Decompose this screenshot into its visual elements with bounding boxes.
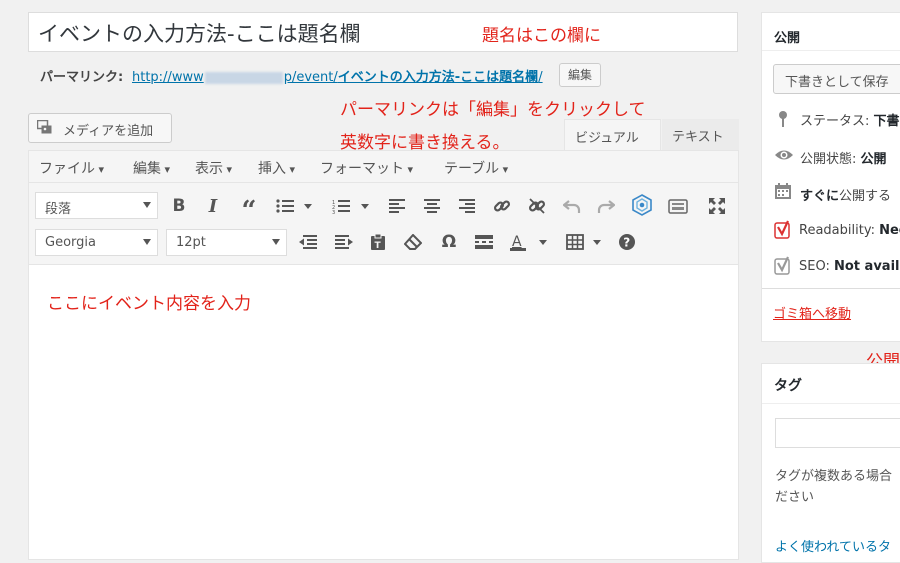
popular-tags-link[interactable]: よく使われているタ <box>775 536 891 555</box>
title-annotation: 題名はこの欄に <box>482 26 601 46</box>
publish-title[interactable]: 公開 <box>774 27 800 46</box>
keyboard-icon[interactable] <box>666 194 690 218</box>
chevron-down-icon <box>272 239 280 245</box>
redo-icon[interactable] <box>594 194 618 218</box>
table-dropdown-icon[interactable] <box>592 230 602 254</box>
add-media-label: メディアを追加 <box>63 124 154 139</box>
align-right-icon[interactable] <box>455 194 479 218</box>
chevron-down-icon <box>143 239 151 245</box>
readability-row: Readability: Nee <box>799 223 900 238</box>
font-family-select[interactable]: Georgia <box>35 229 158 256</box>
visibility-row: 公開状態: 公開 <box>800 148 887 167</box>
visibility-label: 公開状態: <box>800 152 857 167</box>
svg-text:T: T <box>375 241 382 251</box>
outdent-icon[interactable] <box>296 230 320 254</box>
svg-text:3: 3 <box>332 210 335 214</box>
help-icon[interactable]: ? <box>615 230 639 254</box>
readability-value: Nee <box>879 223 900 238</box>
permalink-slug[interactable]: イベントの入力方法-ここは題名欄 <box>338 70 538 85</box>
special-character-icon[interactable]: Ω <box>437 230 461 254</box>
fullscreen-icon[interactable] <box>705 194 729 218</box>
unlink-icon[interactable] <box>525 194 549 218</box>
paragraph-format-value: 段落 <box>45 202 72 217</box>
tags-help-line1: タグが複数ある場合 <box>775 469 893 484</box>
menu-file[interactable]: ファイル <box>39 158 104 178</box>
status-label: ステータス: <box>800 114 870 129</box>
publish-box <box>761 12 900 342</box>
blockquote-icon[interactable]: “ <box>237 194 261 226</box>
menu-view[interactable]: 表示 <box>195 158 232 178</box>
eye-icon <box>774 147 793 165</box>
permalink-label: パーマリンク: <box>40 70 124 85</box>
permalink-url[interactable]: http://www p/event/イベントの入力方法-ここは題名欄/ <box>132 66 543 85</box>
menu-table[interactable]: テーブル <box>444 158 508 178</box>
seo-row: SEO: Not availab <box>799 259 900 274</box>
publish-divider <box>762 50 900 51</box>
pin-icon <box>777 110 795 128</box>
link-icon[interactable] <box>490 194 514 218</box>
schedule-row: すぐに公開する <box>800 185 891 204</box>
svg-text:A: A <box>512 234 522 250</box>
tab-text[interactable]: テキスト <box>662 119 739 150</box>
title-text[interactable]: イベントの入力方法-ここは題名欄 <box>38 18 361 48</box>
align-center-icon[interactable] <box>420 194 444 218</box>
font-family-value: Georgia <box>45 235 96 250</box>
table-icon[interactable] <box>563 230 587 254</box>
numbered-list-dropdown-icon[interactable] <box>360 194 370 218</box>
paste-text-icon[interactable]: T <box>366 230 390 254</box>
tags-title[interactable]: タグ <box>774 375 802 395</box>
tag-input[interactable] <box>775 418 900 448</box>
bullet-list-icon[interactable] <box>273 194 297 218</box>
menu-insert[interactable]: 挿入 <box>258 158 295 178</box>
status-row: ステータス: 下書 <box>800 110 900 129</box>
clear-formatting-icon[interactable] <box>401 230 425 254</box>
tags-divider <box>762 403 900 404</box>
bullet-list-dropdown-icon[interactable] <box>303 194 313 218</box>
editor-content-annotation[interactable]: ここにイベント内容を入力 <box>47 289 251 314</box>
read-more-icon[interactable] <box>472 230 496 254</box>
status-value: 下書 <box>873 114 900 129</box>
svg-text:?: ? <box>623 236 630 250</box>
plugin-icon[interactable] <box>630 193 654 217</box>
text-color-dropdown-icon[interactable] <box>538 230 548 254</box>
tab-visual[interactable]: ビジュアル <box>564 119 661 150</box>
numbered-list-icon[interactable]: 123 <box>329 194 353 218</box>
seo-value: Not availab <box>834 259 900 274</box>
schedule-text: 公開する <box>839 189 892 204</box>
indent-icon[interactable] <box>332 230 356 254</box>
permalink-url-middle[interactable]: p/event/ <box>284 70 338 85</box>
seo-label: SEO: <box>799 259 830 274</box>
tags-help-text: タグが複数ある場合 ださい <box>775 466 900 508</box>
publish-actions-divider <box>762 288 900 289</box>
yoast-readability-icon <box>774 220 792 239</box>
yoast-seo-icon <box>774 256 792 275</box>
align-left-icon[interactable] <box>385 194 409 218</box>
add-media-button[interactable]: メディアを追加 <box>28 113 172 143</box>
permalink-annotation-line1: パーマリンクは「編集」をクリックして <box>340 100 646 120</box>
calendar-icon <box>775 183 793 201</box>
permalink-url-suffix[interactable]: / <box>538 70 542 85</box>
paragraph-format-select[interactable]: 段落 <box>35 192 158 219</box>
permalink-url-prefix[interactable]: http://www <box>132 70 204 85</box>
text-color-icon[interactable]: A <box>506 230 530 254</box>
permalink-edit-button[interactable]: 編集 <box>559 63 602 87</box>
chevron-down-icon <box>143 202 151 208</box>
permalink-blurred-domain <box>204 71 283 84</box>
schedule-bold: すぐに <box>800 189 840 204</box>
menu-edit[interactable]: 編集 <box>133 158 170 178</box>
readability-label: Readability: <box>799 223 875 238</box>
menu-format[interactable]: フォーマット <box>320 158 413 178</box>
move-to-trash-link[interactable]: ゴミ箱へ移動 <box>773 303 851 322</box>
font-size-select[interactable]: 12pt <box>166 229 287 256</box>
bold-icon[interactable]: B <box>167 194 191 218</box>
visibility-value: 公開 <box>860 152 887 167</box>
font-size-value: 12pt <box>176 235 206 250</box>
italic-icon[interactable]: I <box>201 194 225 218</box>
save-draft-button[interactable]: 下書きとして保存 <box>773 64 900 94</box>
undo-icon[interactable] <box>560 194 584 218</box>
tags-help-line2: ださい <box>775 490 815 505</box>
media-icon <box>37 120 52 134</box>
